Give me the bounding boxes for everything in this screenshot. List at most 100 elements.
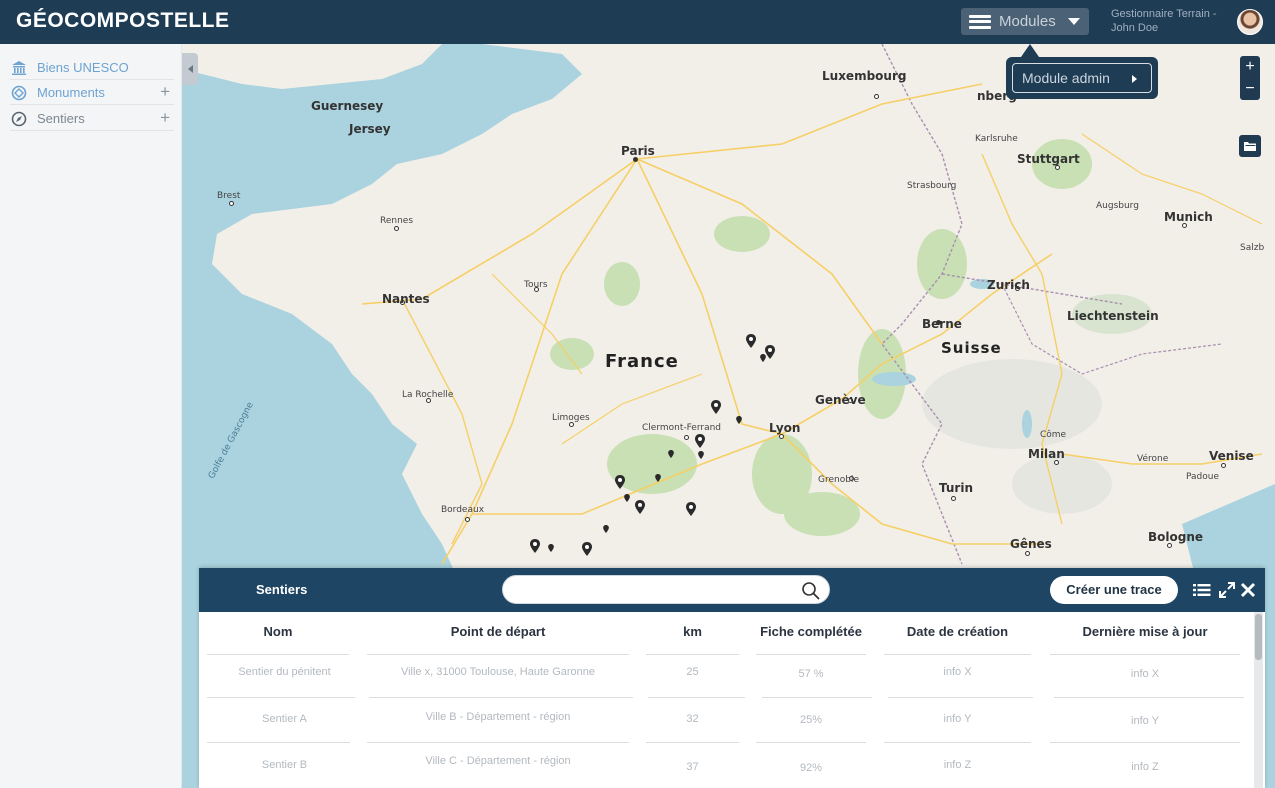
- list-icon[interactable]: [1193, 581, 1211, 599]
- modules-button[interactable]: Modules: [961, 8, 1089, 35]
- map-label-tours: Tours: [524, 280, 548, 290]
- modules-label: Modules: [999, 13, 1056, 30]
- module-admin-item[interactable]: Module admin: [1012, 63, 1152, 93]
- trail-pin[interactable]: [711, 400, 721, 414]
- add-monument-button[interactable]: +: [160, 82, 170, 102]
- map-label-la-rochelle: La Rochelle: [402, 390, 454, 400]
- trail-pin[interactable]: [765, 345, 775, 359]
- trail-pin[interactable]: [548, 544, 554, 552]
- city-dot-luxembourg: [874, 94, 879, 99]
- divider: [888, 697, 1033, 698]
- cell-point-depart: Ville C - Département - région: [425, 755, 571, 767]
- hamburger-icon: [969, 14, 991, 29]
- divider: [207, 654, 349, 655]
- city-dot-turin: [951, 496, 956, 501]
- map-label-rennes: Rennes: [380, 216, 414, 226]
- user-info[interactable]: Gestionnaire Terrain - John Doe: [1111, 7, 1221, 35]
- avatar[interactable]: [1237, 9, 1263, 35]
- divider: [367, 742, 629, 743]
- column-header-derniere-maj[interactable]: Dernière mise à jour: [1050, 624, 1240, 639]
- trail-pin[interactable]: [760, 354, 766, 362]
- zoom-control: + −: [1240, 56, 1260, 100]
- divider: [207, 742, 350, 743]
- trail-pin[interactable]: [635, 500, 645, 514]
- city-dot-clermont: [684, 435, 689, 440]
- map-label-luxembourg: Luxembourg: [822, 69, 907, 83]
- divider: [648, 697, 745, 698]
- map-label-france: France: [605, 351, 679, 372]
- sidebar-item-label: Biens UNESCO: [37, 60, 129, 75]
- map-label-turin: Turin: [939, 481, 973, 495]
- scrollbar-thumb[interactable]: [1255, 614, 1262, 660]
- app-title: GÉOCOMPOSTELLE: [16, 9, 230, 32]
- close-icon[interactable]: [1239, 581, 1257, 599]
- sidebar: Biens UNESCO Monuments + Sentiers +: [0, 44, 182, 788]
- cell-km: 37: [686, 761, 699, 773]
- trail-pin[interactable]: [615, 475, 625, 489]
- column-header-fiche[interactable]: Fiche complétée: [756, 624, 866, 639]
- trail-pin[interactable]: [695, 434, 705, 448]
- divider: [1050, 742, 1240, 743]
- map-label-geneve: Genève: [815, 393, 866, 407]
- user-role: Gestionnaire Terrain -: [1111, 8, 1217, 20]
- sidebar-item-monuments[interactable]: Monuments +: [10, 81, 174, 105]
- trail-pin[interactable]: [624, 494, 630, 502]
- search-field[interactable]: [502, 575, 830, 604]
- cell-point-depart: Ville x, 31000 Toulouse, Haute Garonne: [400, 666, 596, 678]
- cell-fiche: 92%: [799, 762, 823, 774]
- cell-km: 25: [686, 666, 699, 678]
- expand-icon[interactable]: [1218, 581, 1236, 599]
- zoom-out-button[interactable]: −: [1240, 78, 1260, 100]
- divider: [646, 654, 739, 655]
- cell-date-creation: info Y: [943, 713, 972, 725]
- column-header-date-creation[interactable]: Date de création: [884, 624, 1031, 639]
- sidebar-collapse-toggle[interactable]: [182, 53, 198, 85]
- map-label-stuttgart: Stuttgart: [1017, 152, 1080, 166]
- city-dot-genes: [1025, 551, 1030, 556]
- chevron-right-icon: [1132, 75, 1137, 83]
- trail-pin[interactable]: [530, 539, 540, 553]
- map-label-liechtenstein: Liechtenstein: [1067, 309, 1159, 323]
- trail-pin[interactable]: [582, 542, 592, 556]
- cell-nom: Sentier A: [262, 713, 307, 725]
- map-label-guernesey: Guernesey: [311, 99, 384, 113]
- map-label-genes: Gênes: [1010, 537, 1052, 551]
- cell-fiche: 57 %: [798, 668, 824, 680]
- trail-pin[interactable]: [668, 450, 674, 458]
- sidebar-item-sentiers[interactable]: Sentiers +: [10, 107, 174, 131]
- map-label-munich: Munich: [1164, 210, 1213, 224]
- trail-pin[interactable]: [686, 502, 696, 516]
- folder-icon: [1243, 142, 1256, 151]
- trail-pin[interactable]: [746, 334, 756, 348]
- map-label-verone: Vérone: [1137, 454, 1169, 464]
- user-name: John Doe: [1111, 22, 1159, 34]
- map-label-augsburg: Augsburg: [1096, 201, 1139, 211]
- panel-header: Sentiers Créer une trace: [199, 568, 1265, 612]
- city-dot-bordeaux: [465, 517, 470, 522]
- map-label-clermont: Clermont-Ferrand: [642, 423, 722, 433]
- city-dot-venise: [1221, 463, 1226, 468]
- map-label-bordeaux: Bordeaux: [441, 505, 485, 515]
- sidebar-item-biens-unesco[interactable]: Biens UNESCO: [10, 56, 174, 80]
- column-header-nom[interactable]: Nom: [207, 624, 349, 639]
- table-scrollbar[interactable]: [1254, 612, 1263, 788]
- search-input[interactable]: [515, 581, 795, 599]
- trail-pin[interactable]: [736, 416, 742, 424]
- trail-pin[interactable]: [698, 451, 704, 459]
- column-header-point-depart[interactable]: Point de départ: [367, 624, 629, 639]
- divider: [756, 654, 866, 655]
- divider: [367, 654, 629, 655]
- search-icon[interactable]: [801, 581, 821, 601]
- trail-pin[interactable]: [603, 525, 609, 533]
- zoom-in-button[interactable]: +: [1240, 56, 1260, 78]
- create-trace-button[interactable]: Créer une trace: [1050, 576, 1178, 604]
- add-sentier-button[interactable]: +: [160, 108, 170, 128]
- column-header-km[interactable]: km: [646, 624, 739, 639]
- layers-button[interactable]: [1239, 135, 1261, 157]
- divider: [1054, 697, 1244, 698]
- map-label-suisse: Suisse: [941, 339, 1002, 357]
- trail-pin[interactable]: [655, 474, 661, 482]
- cell-derniere-maj: info X: [1130, 668, 1160, 680]
- city-dot-brest: [229, 201, 234, 206]
- divider: [369, 697, 633, 698]
